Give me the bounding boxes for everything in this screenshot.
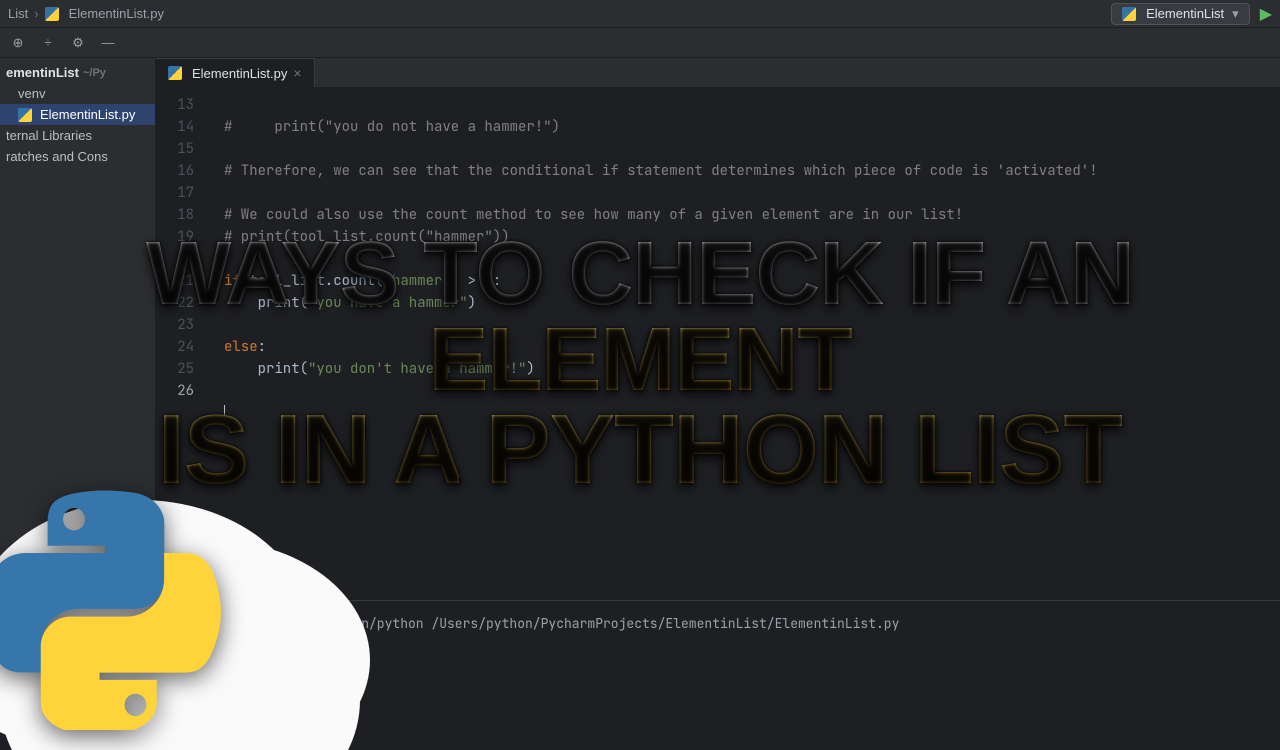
main-area: ementinList ~/Py venv ElementinList.py t… xyxy=(0,58,1280,720)
project-sidebar[interactable]: ementinList ~/Py venv ElementinList.py t… xyxy=(0,58,156,720)
python-file-icon xyxy=(1122,7,1136,21)
project-root[interactable]: ementinList ~/Py xyxy=(0,62,155,83)
run-config-name: ElementinList xyxy=(1146,6,1224,21)
tab-label: ElementinList.py xyxy=(192,66,287,81)
tree-item-venv[interactable]: venv xyxy=(0,83,155,104)
line-number-gutter: 1314151617181920212223242526 xyxy=(156,88,208,600)
python-file-icon xyxy=(45,7,59,21)
chevron-down-icon: ▾ xyxy=(1232,6,1239,22)
chevron-right-icon: › xyxy=(34,6,38,21)
text-cursor xyxy=(224,405,225,421)
editor-area: ElementinList.py × 131415161718192021222… xyxy=(156,58,1280,720)
python-file-icon xyxy=(18,108,32,122)
breadcrumb-root[interactable]: List xyxy=(8,6,28,21)
breadcrumb[interactable]: List › ElementinList.py xyxy=(8,6,164,21)
tree-item-file-selected[interactable]: ElementinList.py xyxy=(0,104,155,125)
run-button[interactable]: ▶ xyxy=(1260,4,1272,24)
gear-icon[interactable]: ⚙ xyxy=(70,35,86,51)
project-tool-window-header: ⊕ ÷ ⚙ — xyxy=(0,28,1280,58)
tree-item-external-libraries[interactable]: ternal Libraries xyxy=(0,125,155,146)
terminal-output-line: ts/ElementinList/venv/bin/python /Users/… xyxy=(174,615,1262,632)
breadcrumb-file[interactable]: ElementinList.py xyxy=(69,6,164,21)
hide-icon[interactable]: — xyxy=(100,35,116,50)
collapse-all-icon[interactable]: ÷ xyxy=(40,35,56,50)
editor-tabs: ElementinList.py × xyxy=(156,58,1280,88)
tree-item-scratches[interactable]: ratches and Cons xyxy=(0,146,155,167)
run-tool-window[interactable]: ts/ElementinList/venv/bin/python /Users/… xyxy=(156,600,1280,720)
code-content[interactable]: # print("you do not have a hammer!") # T… xyxy=(208,88,1280,600)
python-file-icon xyxy=(168,66,182,80)
close-icon[interactable]: × xyxy=(293,65,301,81)
run-config-selector[interactable]: ElementinList ▾ xyxy=(1111,3,1250,25)
terminal-exit-code: de 0 xyxy=(174,666,1262,683)
top-bar: List › ElementinList.py ElementinList ▾ … xyxy=(0,0,1280,28)
code-editor[interactable]: 1314151617181920212223242526 # print("yo… xyxy=(156,88,1280,600)
select-opened-file-icon[interactable]: ⊕ xyxy=(10,35,26,51)
editor-tab[interactable]: ElementinList.py × xyxy=(156,58,315,87)
